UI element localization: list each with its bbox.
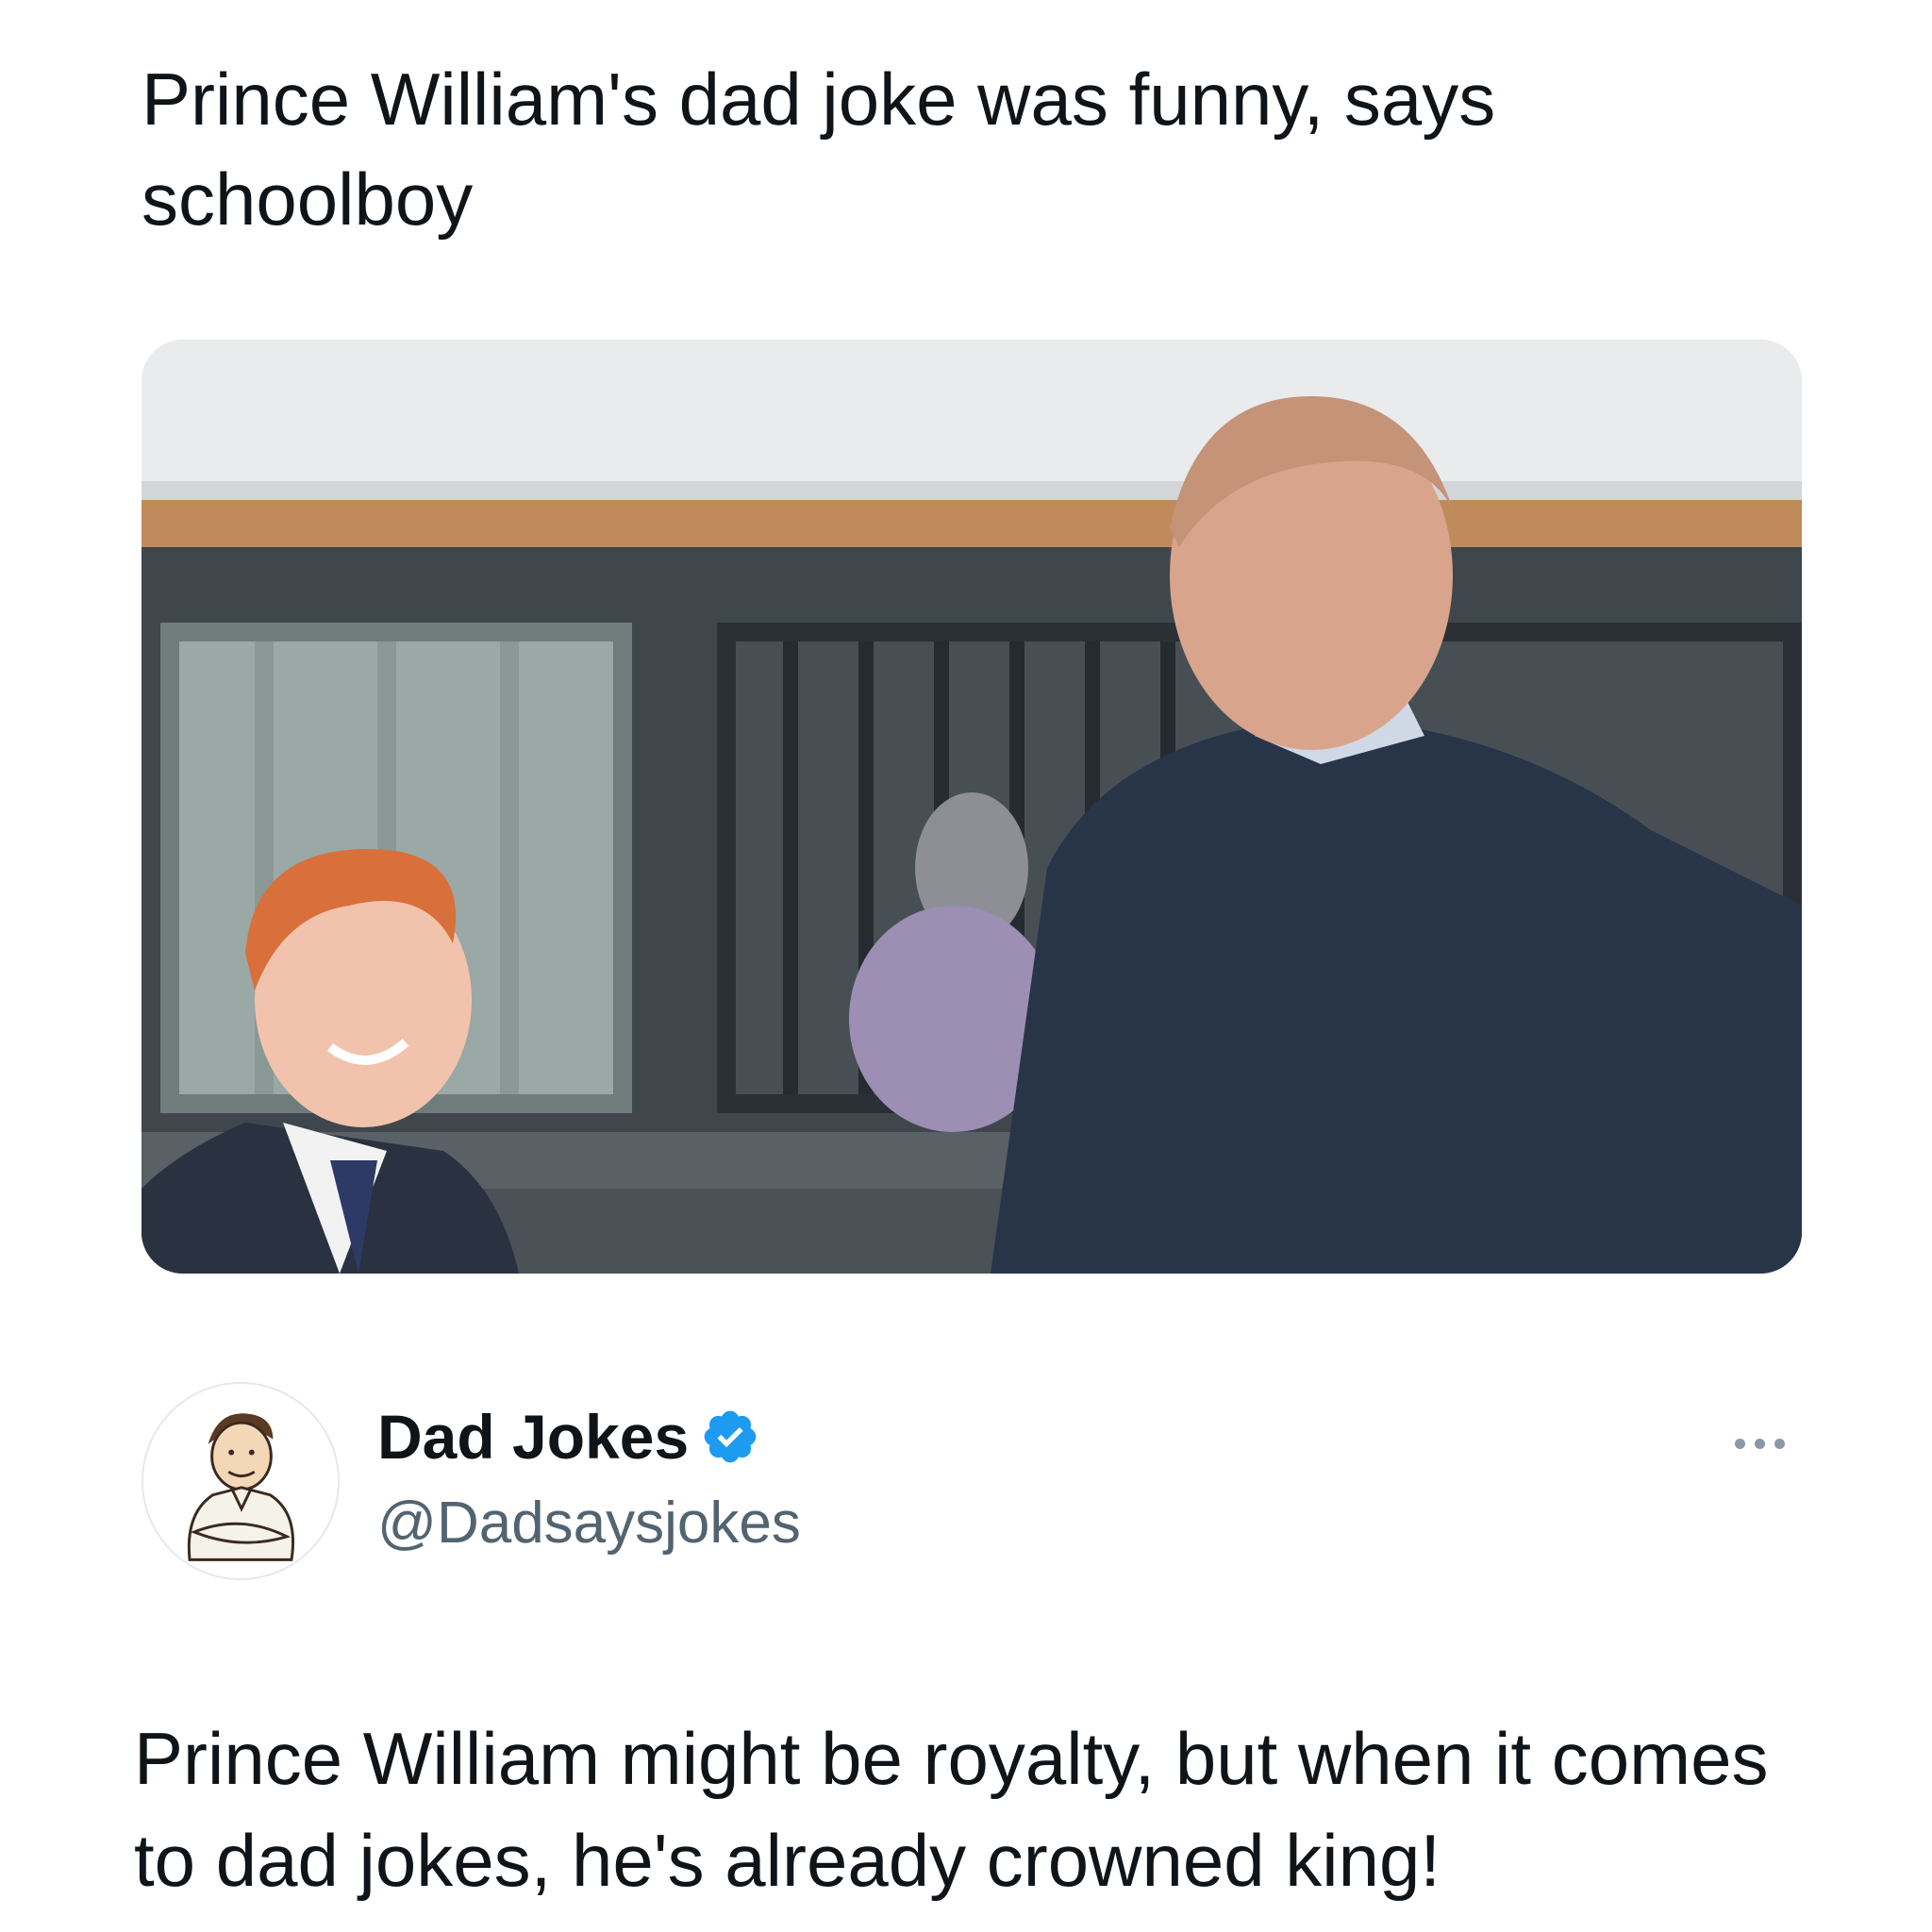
- author-handle[interactable]: @Dadsaysjokes: [377, 1486, 801, 1561]
- verified-badge-icon: [704, 1410, 757, 1463]
- more-horizontal-icon: [1734, 1438, 1745, 1449]
- more-horizontal-icon-dot: [1754, 1438, 1765, 1449]
- tweet-author-row: Dad Jokes @Dadsaysjokes: [142, 1382, 1802, 1580]
- more-horizontal-icon-dot: [1774, 1438, 1785, 1449]
- author-display-name-row[interactable]: Dad Jokes: [377, 1399, 760, 1474]
- more-options-button[interactable]: [1717, 1420, 1802, 1467]
- article-headline: Prince William's dad joke was funny, say…: [142, 58, 1496, 241]
- photo-illustration: [142, 340, 1802, 1274]
- cartoon-dad-avatar-icon[interactable]: [142, 1382, 340, 1580]
- article-photo[interactable]: [142, 340, 1802, 1274]
- author-display-name[interactable]: Dad Jokes: [377, 1399, 689, 1474]
- tweet-text: Prince William might be royalty, but whe…: [134, 1717, 1769, 1902]
